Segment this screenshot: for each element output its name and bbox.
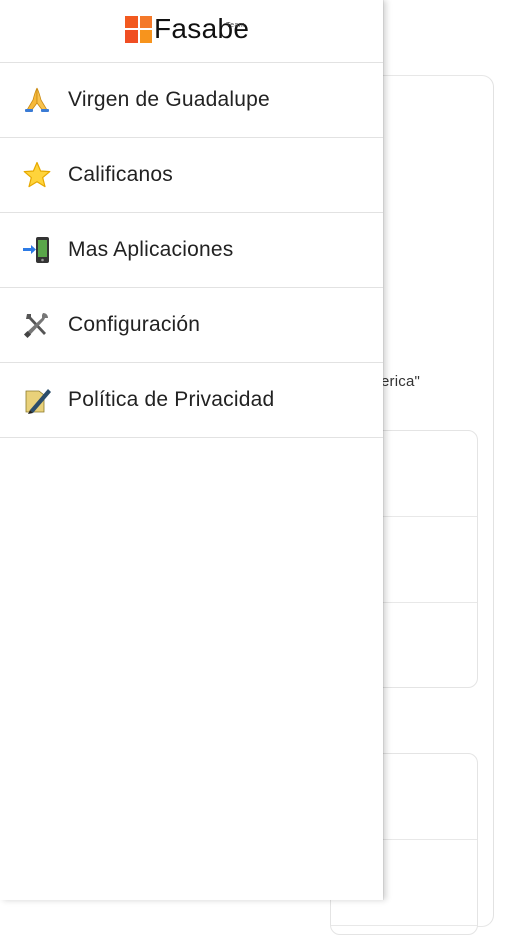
- menu-item-label: Configuración: [68, 313, 201, 336]
- star-icon: [22, 160, 52, 190]
- menu-item-calificanos[interactable]: Calificanos: [0, 138, 383, 213]
- menu-item-label: Calificanos: [68, 163, 173, 186]
- menu-item-label: Mas Aplicaciones: [68, 238, 234, 261]
- brand-subtitle: Team: [226, 22, 246, 29]
- pen-document-icon: [22, 385, 52, 415]
- background-text-snippet: erica": [381, 373, 421, 390]
- brand-name: Fasabe Team: [154, 12, 249, 46]
- menu-item-label: Política de Privacidad: [68, 388, 275, 411]
- praying-hands-icon: [22, 85, 52, 115]
- tools-icon: [22, 310, 52, 340]
- navigation-drawer: Fasabe Team Virgen de Guadalupe Califica…: [0, 0, 383, 900]
- menu-item-virgen-de-guadalupe[interactable]: Virgen de Guadalupe: [0, 63, 383, 138]
- brand-logo: Fasabe Team: [125, 12, 249, 46]
- drawer-menu: Virgen de Guadalupe Calificanos Mas Apli…: [0, 63, 383, 438]
- logo-mark-icon: [125, 15, 152, 43]
- menu-item-label: Virgen de Guadalupe: [68, 88, 270, 111]
- menu-item-configuracion[interactable]: Configuración: [0, 288, 383, 363]
- menu-item-mas-aplicaciones[interactable]: Mas Aplicaciones: [0, 213, 383, 288]
- menu-item-politica-de-privacidad[interactable]: Política de Privacidad: [0, 363, 383, 438]
- drawer-header: Fasabe Team: [0, 0, 383, 63]
- mobile-phone-arrow-icon: [22, 235, 52, 265]
